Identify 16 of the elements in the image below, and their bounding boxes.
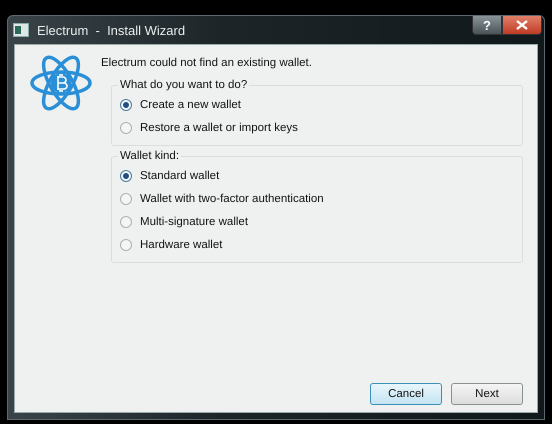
group-title: What do you want to do?	[119, 79, 248, 91]
radio-option[interactable]: Multi-signature wallet	[120, 210, 514, 233]
app-icon	[13, 23, 29, 37]
window-title: Electrum - Install Wizard	[37, 22, 186, 38]
radio-option[interactable]: Create a new wallet	[120, 93, 514, 116]
close-button[interactable]	[502, 16, 542, 35]
dialog-button[interactable]: Cancel	[370, 383, 442, 405]
radio-option[interactable]: Wallet with two-factor authentication	[120, 187, 514, 210]
group-title: Wallet kind:	[119, 150, 180, 162]
message-text: Electrum could not find an existing wallet.	[101, 57, 313, 69]
help-button[interactable]: ?	[472, 16, 502, 35]
close-icon	[516, 20, 528, 30]
radio-option[interactable]: Restore a wallet or import keys	[120, 116, 514, 139]
radio-option[interactable]: Standard wallet	[120, 164, 514, 187]
dialog-button[interactable]: Next	[451, 383, 523, 405]
radio-option[interactable]: Hardware wallet	[120, 233, 514, 256]
